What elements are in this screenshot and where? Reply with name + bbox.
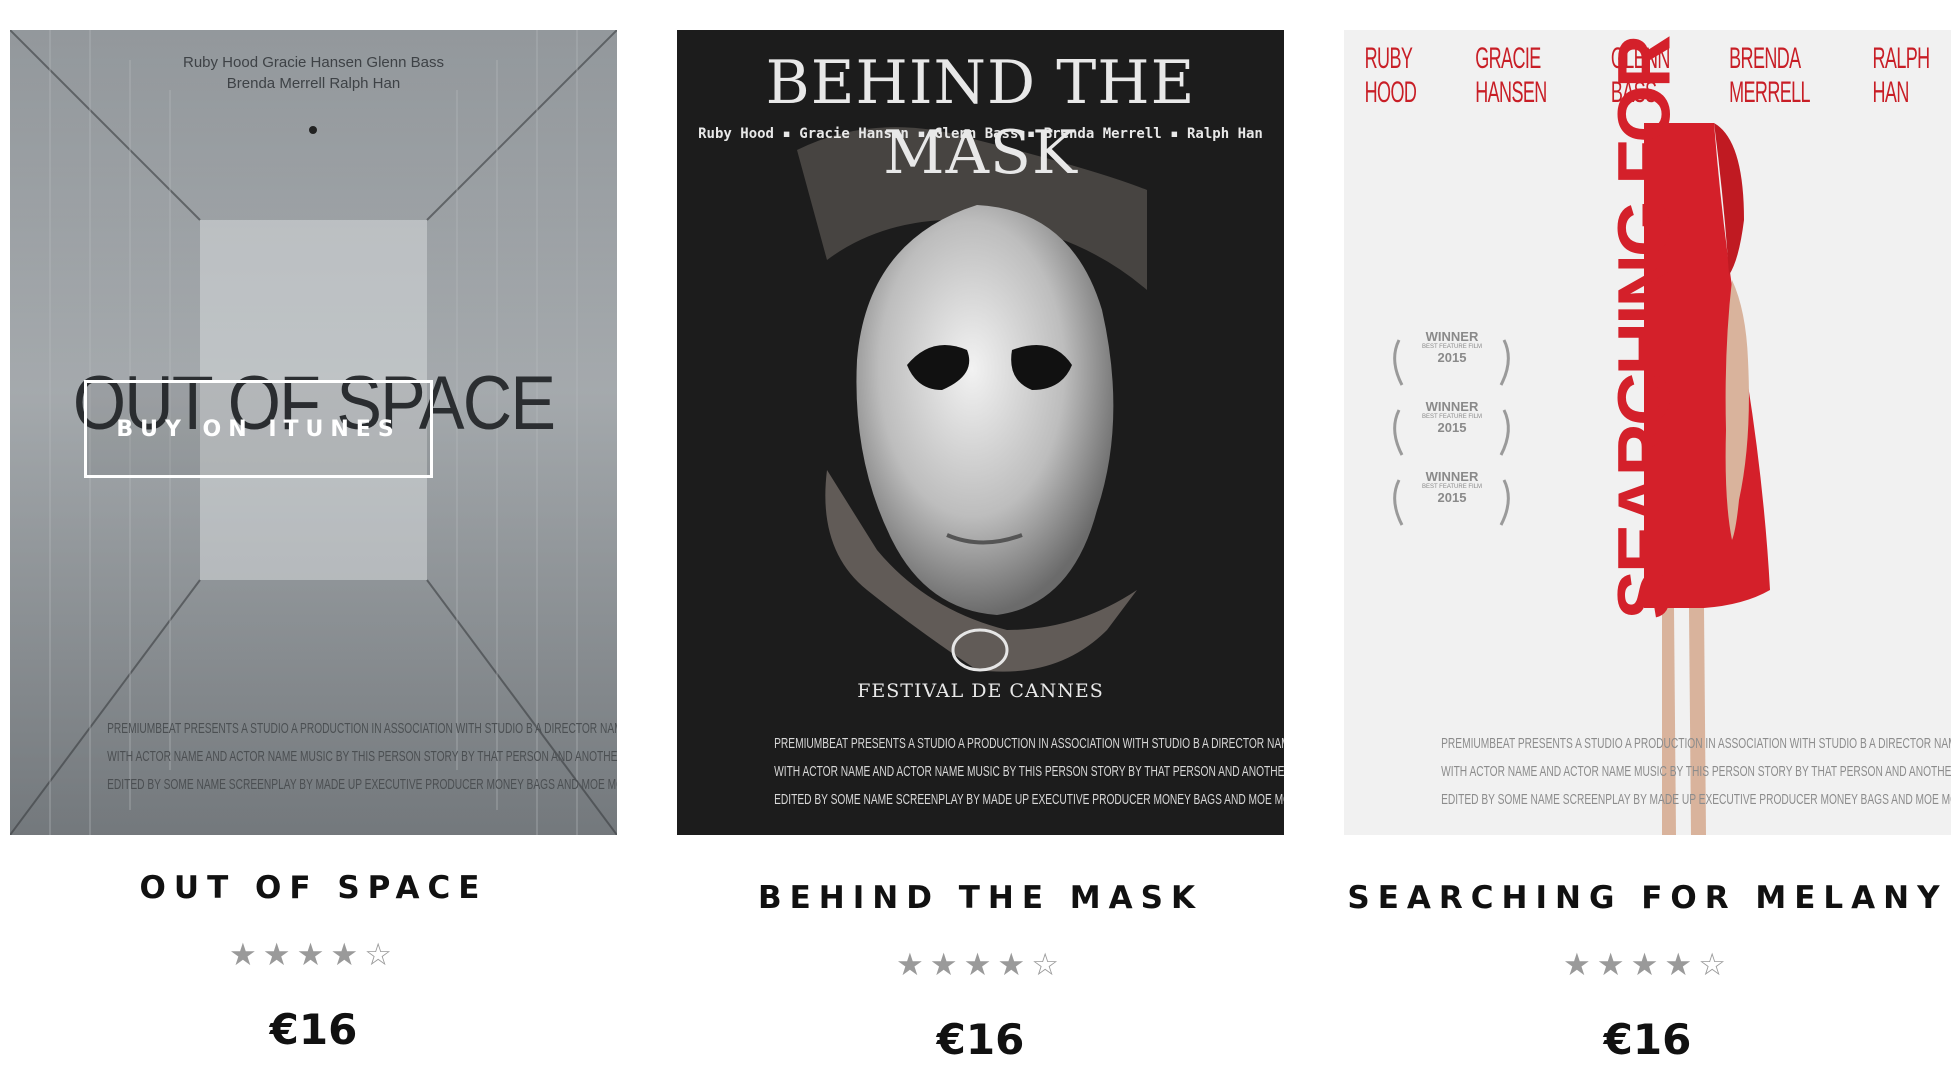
star-outline-icon: ☆ — [1698, 947, 1732, 983]
star-icon: ★ — [262, 937, 297, 973]
poster-cast-line: Ruby Hood ▪ Gracie Hansen ▪ Glenn Bass ▪… — [698, 126, 1263, 142]
star-outline-icon: ☆ — [364, 937, 398, 973]
star-icon: ★ — [896, 947, 930, 983]
laurel-award: WINNER BEST FEATURE FILM 2015 — [1421, 329, 1483, 365]
star-icon: ★ — [1630, 947, 1665, 983]
laurel-award: WINNER BEST FEATURE FILM 2015 — [1421, 469, 1483, 505]
star-icon: ★ — [330, 937, 365, 973]
star-icon: ★ — [1664, 947, 1699, 983]
rating-stars: ★★★★☆ — [677, 947, 1284, 983]
product-price: €16 — [269, 1005, 358, 1054]
poster-credits: PREMIUMBEAT PRESENTS A STUDIO A PRODUCTI… — [1441, 735, 1951, 808]
poster-searching-for-melany[interactable]: RUBY HOOD GRACIE HANSEN GLENN BASS BREND… — [1344, 30, 1951, 835]
star-icon: ★ — [1563, 947, 1597, 983]
poster-title: BEHIND THE MASK — [765, 48, 1196, 188]
poster-festival: FESTIVAL DE CANNES — [857, 680, 1104, 702]
poster-cast-line: Brenda Merrell Ralph Han — [226, 75, 401, 92]
product-title[interactable]: OUT OF SPACE — [10, 870, 617, 906]
buy-on-itunes-button[interactable]: BUY ON ITUNES — [84, 380, 433, 478]
star-icon: ★ — [963, 947, 998, 983]
poster-credits: PREMIUMBEAT PRESENTS A STUDIO A PRODUCTI… — [107, 720, 617, 793]
rating-stars: ★★★★☆ — [10, 937, 617, 973]
product-title[interactable]: SEARCHING FOR MELANY — [1344, 880, 1951, 916]
star-icon: ★ — [296, 937, 331, 973]
poster-credits: PREMIUMBEAT PRESENTS A STUDIO A PRODUCTI… — [774, 735, 1284, 808]
poster-out-of-space[interactable]: Ruby Hood Gracie Hansen Glenn Bass Brend… — [10, 30, 617, 835]
poster-title: SEARCHING FOR MELANY — [1602, 30, 1686, 620]
rating-stars: ★★★★☆ — [1344, 947, 1951, 983]
star-outline-icon: ☆ — [1031, 947, 1065, 983]
poster-cast-line: Ruby Hood Gracie Hansen Glenn Bass — [183, 54, 444, 71]
poster-behind-the-mask[interactable]: BEHIND THE MASK Ruby Hood ▪ Gracie Hanse… — [677, 30, 1284, 835]
product-card: RUBY HOOD GRACIE HANSEN GLENN BASS BREND… — [1344, 30, 1951, 1064]
laurel-award: WINNER BEST FEATURE FILM 2015 — [1421, 399, 1483, 435]
star-icon: ★ — [929, 947, 964, 983]
product-card: BEHIND THE MASK Ruby Hood ▪ Gracie Hanse… — [677, 30, 1284, 1064]
product-title[interactable]: BEHIND THE MASK — [677, 880, 1284, 916]
star-icon: ★ — [997, 947, 1032, 983]
star-icon: ★ — [1596, 947, 1631, 983]
product-card: Ruby Hood Gracie Hansen Glenn Bass Brend… — [10, 30, 617, 1054]
product-price: €16 — [936, 1015, 1025, 1064]
star-icon: ★ — [229, 937, 263, 973]
product-price: €16 — [1603, 1015, 1692, 1064]
